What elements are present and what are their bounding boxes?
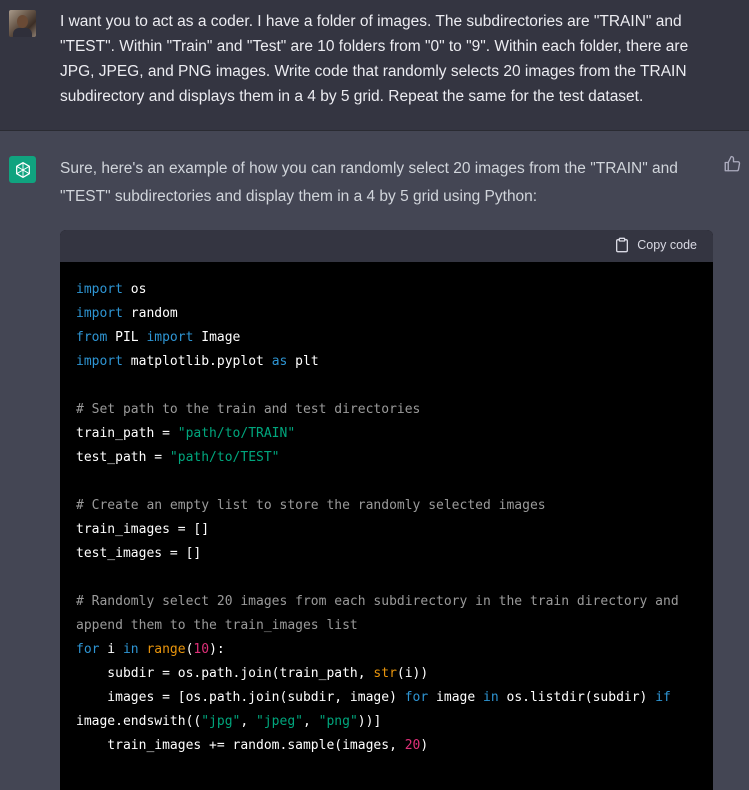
code-line: test_path = "path/to/TEST" <box>76 446 713 470</box>
code-token: "path/to/TRAIN" <box>177 426 296 441</box>
code-line: append them to the train_images list <box>76 614 713 638</box>
code-token: 10 <box>193 642 210 657</box>
user-message-row: I want you to act as a coder. I have a f… <box>0 0 749 131</box>
code-line: for i in range(10): <box>76 638 713 662</box>
clipboard-icon <box>616 237 629 253</box>
copy-code-label: Copy code <box>637 238 697 252</box>
code-token: train_images = [] <box>76 522 210 537</box>
code-line: import os <box>76 278 713 302</box>
code-token: if <box>655 690 671 705</box>
code-token: plt <box>287 354 319 369</box>
code-token: os <box>122 282 147 297</box>
code-token: "jpeg" <box>256 714 303 729</box>
code-token: # Create an empty list to store the rand… <box>76 498 546 513</box>
code-token: ): <box>209 642 225 657</box>
code-token: test_path = <box>76 450 170 465</box>
code-line: test_images = [] <box>76 542 713 566</box>
code-token: ) <box>420 738 429 753</box>
code-token: # Randomly select 20 images from each su… <box>76 594 679 609</box>
code-line: # Create an empty list to store the rand… <box>76 494 713 518</box>
code-token: image.endswith(( <box>76 714 202 729</box>
code-token: Image <box>193 330 241 345</box>
code-line: from PIL import Image <box>76 326 713 350</box>
code-token: as <box>271 354 288 369</box>
code-line: subdir = os.path.join(train_path, str(i)… <box>76 662 713 686</box>
code-token: import <box>76 306 123 321</box>
code-token: "png" <box>318 714 358 729</box>
code-token: "jpg" <box>201 714 241 729</box>
user-message-text: I want you to act as a coder. I have a f… <box>60 13 689 105</box>
code-block-header: Copy code <box>60 230 713 262</box>
code-token: (i)) <box>396 666 429 681</box>
code-line: # Randomly select 20 images from each su… <box>76 590 713 614</box>
code-token: from <box>76 330 108 345</box>
code-token: train_images += random.sample(images, <box>76 738 405 753</box>
code-line: import matplotlib.pyplot as plt <box>76 350 713 374</box>
user-avatar <box>9 10 36 37</box>
copy-code-button[interactable]: Copy code <box>614 237 697 253</box>
code-token: import <box>76 282 123 297</box>
code-token: os.listdir(subdir) <box>498 690 656 705</box>
code-token: 20 <box>404 738 421 753</box>
code-token: PIL <box>107 330 147 345</box>
code-token: image <box>428 690 484 705</box>
code-token: in <box>122 642 139 657</box>
code-line: image.endswith(("jpg", "jpeg", "png"))] <box>76 710 713 734</box>
code-token: import <box>146 330 194 345</box>
code-token: import <box>76 354 123 369</box>
code-line: train_path = "path/to/TRAIN" <box>76 422 713 446</box>
code-line: train_images = [] <box>76 518 713 542</box>
code-token: in <box>483 690 499 705</box>
code-token: test_images = [] <box>76 546 202 561</box>
code-content[interactable]: import os import random from PIL import Im… <box>60 262 713 758</box>
code-line: import random <box>76 302 713 326</box>
code-token: ))] <box>357 714 382 729</box>
code-line: train_images += random.sample(images, 20… <box>76 734 713 758</box>
thumbs-up-icon[interactable] <box>723 155 743 175</box>
code-token: str <box>373 666 397 681</box>
code-token: , <box>240 714 257 729</box>
code-line: # Set path to the train and test directo… <box>76 398 713 422</box>
code-token: append them to the train_images list <box>76 618 358 633</box>
code-token: subdir = os.path.join(train_path, <box>76 666 374 681</box>
code-token: range <box>146 642 186 657</box>
code-token: for <box>404 690 429 705</box>
openai-logo-icon <box>9 156 36 183</box>
code-line: images = [os.path.join(subdir, image) fo… <box>76 686 713 710</box>
assistant-intro-text: Sure, here's an example of how you can r… <box>60 160 678 205</box>
code-block: Copy code import os import random from PIL… <box>60 230 713 790</box>
code-token: for <box>76 642 100 657</box>
code-token: matplotlib.pyplot <box>122 354 272 369</box>
code-token: images = [os.path.join(subdir, image) <box>76 690 405 705</box>
code-token: , <box>303 714 319 729</box>
code-token: train_path = <box>76 426 178 441</box>
code-token: "path/to/TEST" <box>169 450 280 465</box>
code-token: i <box>99 642 123 657</box>
assistant-message-row: Sure, here's an example of how you can r… <box>0 131 749 790</box>
code-token: random <box>122 306 178 321</box>
code-token: # Set path to the train and test directo… <box>76 402 421 417</box>
